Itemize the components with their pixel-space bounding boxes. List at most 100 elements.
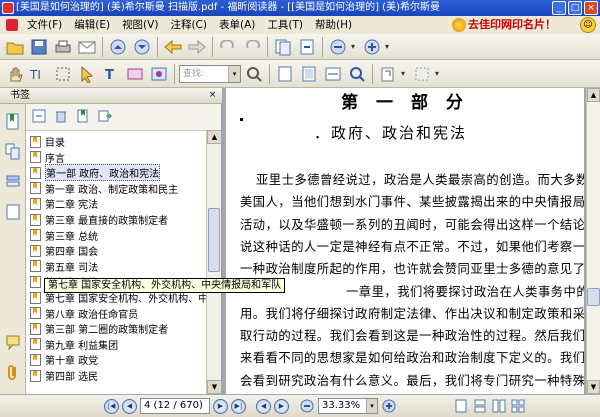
email-icon[interactable] [76, 36, 98, 58]
bookmark-icon [30, 307, 42, 320]
stamp-icon[interactable] [124, 63, 146, 85]
maximize-icon[interactable]: □ [568, 1, 582, 15]
find-combo[interactable]: 查找: ▾ [179, 64, 241, 83]
snapshot-icon[interactable] [52, 63, 74, 85]
bookmark-item[interactable]: 目录 [30, 134, 65, 149]
text-icon[interactable]: T [100, 63, 122, 85]
bookmark-item[interactable]: 第十章 政党 [30, 352, 98, 367]
ad-logo-icon [452, 18, 466, 32]
menu-tools[interactable]: 工具(T) [262, 17, 308, 33]
continuous-view-icon[interactable] [472, 398, 488, 414]
open-folder-icon[interactable] [4, 36, 26, 58]
status-zoom-in-icon[interactable] [381, 398, 397, 414]
zoom-out-icon[interactable] [327, 36, 349, 58]
bookmark-label: 第三章 最直接的政策制定者 [45, 216, 169, 227]
page-down-icon[interactable] [131, 36, 153, 58]
thumbnails-tab-icon[interactable] [2, 140, 24, 164]
find-dropdown-icon[interactable]: ▾ [228, 65, 240, 82]
actual-size-icon[interactable] [274, 63, 296, 85]
smiley-icon[interactable]: ☺ [580, 17, 596, 33]
zoom-dropdown-icon[interactable]: ▾ [366, 399, 377, 413]
history-back-icon[interactable]: ◀ [256, 398, 271, 414]
hand-tool-icon[interactable] [4, 63, 26, 85]
bookmark-scrollbar[interactable]: ▲ ▼ [206, 130, 222, 394]
bookmark-item[interactable]: 第九章 利益集团 [30, 337, 118, 352]
comments-tab-icon[interactable] [2, 330, 24, 354]
bookmark-tab-icon[interactable] [2, 110, 24, 134]
minimize-icon[interactable]: _ [552, 1, 566, 15]
last-page-icon[interactable]: ▶| [231, 398, 246, 414]
scroll-up-icon[interactable]: ▲ [207, 130, 222, 144]
grid-view-icon[interactable] [411, 63, 433, 85]
bookmark-item[interactable]: 第二章 宪法 [30, 196, 98, 211]
magnifier-icon[interactable] [346, 63, 368, 85]
layers-tab-icon[interactable] [2, 170, 24, 194]
bookmark-item[interactable]: 第三部 第二圈的政策制定者 [30, 321, 168, 336]
bookmark-item[interactable]: 第三章 总统 [30, 228, 98, 243]
pages-icon[interactable] [272, 36, 294, 58]
print-icon[interactable] [52, 36, 74, 58]
select-text-icon[interactable]: TI [28, 63, 50, 85]
forward-arrow-icon[interactable] [186, 36, 208, 58]
document-scrollbar[interactable]: ▲ ▼ [586, 88, 600, 394]
bookmark-item[interactable]: 第五章 司法 [30, 259, 98, 274]
bookmark-icon [30, 244, 42, 257]
menu-edit[interactable]: 编辑(E) [69, 17, 115, 33]
bookmark-item[interactable]: 第八章 政治任命官员 [30, 306, 138, 321]
goto-bookmark-icon[interactable] [98, 109, 112, 126]
bookmark-item[interactable]: 第四部 选民 [30, 368, 98, 383]
document-menu-icon[interactable] [6, 19, 18, 31]
bookmark-item[interactable]: 序言 [30, 150, 65, 165]
bookmark-item[interactable]: 第三章 最直接的政策制定者 [30, 212, 168, 227]
page-number-input[interactable]: 4 (12 / 670) [140, 398, 210, 414]
delete-bookmark-icon[interactable] [54, 109, 68, 126]
single-page-view-icon[interactable] [453, 398, 469, 414]
zoom-out-dropdown-icon[interactable]: ▾ [351, 36, 359, 58]
first-page-icon[interactable]: |◀ [104, 398, 119, 414]
zoom-in-dropdown-icon[interactable]: ▾ [385, 36, 393, 58]
expand-bookmark-icon[interactable] [32, 109, 46, 126]
facing-view-icon[interactable] [491, 398, 507, 414]
zoom-in-icon[interactable] [361, 36, 383, 58]
rotate-dropdown-icon[interactable]: ▾ [401, 63, 409, 85]
menu-help[interactable]: 帮助(H) [310, 17, 357, 33]
pointer-icon[interactable] [76, 63, 98, 85]
status-zoom-out-icon[interactable] [299, 398, 315, 414]
image-icon[interactable] [148, 63, 170, 85]
menu-file[interactable]: 文件(F) [22, 17, 67, 33]
paperclip-tab-icon[interactable] [2, 360, 24, 384]
doc-scroll-up-icon[interactable]: ▲ [587, 88, 600, 102]
zoom-level-field[interactable]: 33.33% ▾ [318, 398, 378, 414]
ad-banner[interactable]: 去佳印网印名片！ [452, 16, 556, 34]
back-arrow-icon[interactable] [162, 36, 184, 58]
redo-icon[interactable] [241, 36, 263, 58]
menu-form[interactable]: 表单(A) [214, 17, 260, 33]
next-page-icon[interactable]: ▶ [213, 398, 228, 414]
extract-page-icon[interactable] [296, 36, 318, 58]
fit-width-icon[interactable] [322, 63, 344, 85]
doc-scroll-down-icon[interactable]: ▼ [587, 380, 600, 394]
attachments-tab-icon[interactable] [2, 200, 24, 224]
continuous-facing-view-icon[interactable] [510, 398, 526, 414]
undo-icon[interactable] [217, 36, 239, 58]
scroll-thumb[interactable] [208, 208, 220, 272]
history-forward-icon[interactable]: ▶ [274, 398, 289, 414]
rotate-icon[interactable] [377, 63, 399, 85]
bookmark-item[interactable]: 第一部 政府、政治和宪法 [30, 164, 161, 182]
doc-scroll-thumb[interactable] [587, 288, 600, 306]
grid-dropdown-icon[interactable]: ▾ [435, 63, 443, 85]
find-icon[interactable] [243, 63, 265, 85]
close-panel-icon[interactable]: × [207, 90, 218, 101]
scroll-down-icon[interactable]: ▼ [207, 380, 222, 394]
body-text-line: 用。我们将仔细探讨政府制定法律、作出决议和制定政策和采 [240, 306, 584, 321]
new-bookmark-icon[interactable] [76, 109, 90, 126]
fit-page-icon[interactable] [298, 63, 320, 85]
page-up-icon[interactable] [107, 36, 129, 58]
save-icon[interactable] [28, 36, 50, 58]
bookmark-item[interactable]: 第一章 政治、制定政策和民主 [30, 181, 178, 196]
prev-page-icon[interactable]: ◀ [122, 398, 137, 414]
bookmark-item[interactable]: 第四章 国会 [30, 243, 98, 258]
close-icon[interactable]: × [584, 1, 598, 15]
menu-view[interactable]: 视图(V) [117, 17, 163, 33]
menu-comment[interactable]: 注释(C) [165, 17, 212, 33]
